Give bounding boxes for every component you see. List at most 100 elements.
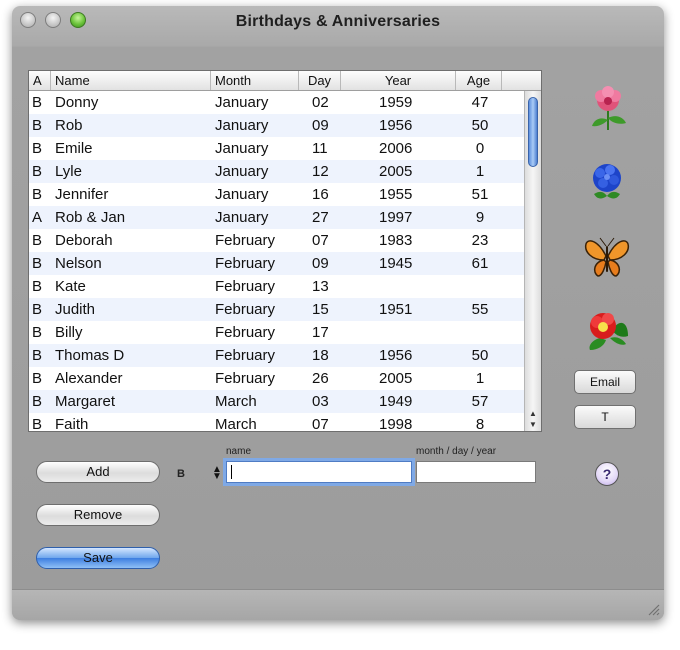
title-bar[interactable]: Birthdays & Anniversaries xyxy=(12,6,664,40)
red-camellia-icon[interactable] xyxy=(586,308,630,354)
app-window: Birthdays & Anniversaries A Name Month D… xyxy=(12,6,664,620)
pink-flower-icon[interactable] xyxy=(586,86,630,132)
scroll-thumb[interactable] xyxy=(528,97,538,167)
cell-type: B xyxy=(32,301,43,318)
cell-name: Rob xyxy=(55,117,83,134)
table-row[interactable]: B Faith March 07 1998 8 xyxy=(29,413,524,431)
column-header-month[interactable]: Month xyxy=(211,71,299,90)
cell-day: 11 xyxy=(312,140,328,157)
add-button[interactable]: Add xyxy=(36,461,160,483)
cell-day: 03 xyxy=(312,393,329,410)
table-header: A Name Month Day Year Age xyxy=(29,71,541,91)
cell-age: 51 xyxy=(471,186,489,203)
column-header-day[interactable]: Day xyxy=(299,71,341,90)
cell-age: 1 xyxy=(475,370,485,387)
cell-day: 09 xyxy=(312,255,329,272)
cell-month: March xyxy=(215,393,257,410)
cell-year: 1951 xyxy=(379,301,413,318)
cell-type: B xyxy=(32,186,43,203)
cell-year: 2005 xyxy=(379,163,413,180)
cell-name: Deborah xyxy=(55,232,113,249)
table-row[interactable]: B Deborah February 07 1983 23 xyxy=(29,229,524,252)
column-header-a[interactable]: A xyxy=(29,71,51,90)
table-row[interactable]: B Alexander February 26 2005 1 xyxy=(29,367,524,390)
cell-name: Judith xyxy=(55,301,96,318)
cell-month: February xyxy=(215,278,276,295)
cell-year: 1956 xyxy=(379,347,413,364)
cell-type: B xyxy=(32,370,43,387)
table-body: B Donny January 02 1959 47 B Rob January 09 1956 50… xyxy=(29,91,524,431)
type-popup-value[interactable]: B xyxy=(177,468,185,480)
blue-hydrangea-icon[interactable] xyxy=(586,160,628,204)
cell-year: 1997 xyxy=(379,209,413,226)
cell-year: 1983 xyxy=(379,232,413,249)
cell-month: January xyxy=(215,163,269,180)
cell-age: 47 xyxy=(471,94,489,111)
column-header-year[interactable]: Year xyxy=(341,71,456,90)
remove-button[interactable]: Remove xyxy=(36,504,160,526)
name-input[interactable] xyxy=(226,461,412,483)
text-cursor xyxy=(231,465,232,479)
cell-month: January xyxy=(215,209,269,226)
resize-grip-icon[interactable] xyxy=(646,602,660,616)
butterfly-icon[interactable] xyxy=(584,236,630,280)
cell-month: March xyxy=(215,416,257,431)
cell-type: B xyxy=(32,117,43,134)
table-row[interactable]: B Judith February 15 1951 55 xyxy=(29,298,524,321)
cell-name: Alexander xyxy=(55,370,123,387)
cell-year: 1955 xyxy=(379,186,413,203)
cell-month: February xyxy=(215,255,276,272)
type-popup-stepper[interactable]: ▲ ▼ xyxy=(212,465,222,482)
cell-type: B xyxy=(32,140,43,157)
cell-month: February xyxy=(215,324,276,341)
cell-name: Emile xyxy=(55,140,93,157)
table-row[interactable]: B Nelson February 09 1945 61 xyxy=(29,252,524,275)
scroll-up-arrow[interactable]: ▲ xyxy=(528,409,538,419)
table-row[interactable]: B Emile January 11 2006 0 xyxy=(29,137,524,160)
date-input[interactable] xyxy=(416,461,536,483)
cell-year: 1956 xyxy=(379,117,413,134)
cell-year: 1959 xyxy=(379,94,413,111)
cell-age xyxy=(459,321,501,344)
save-button[interactable]: Save xyxy=(36,547,160,569)
cell-type: B xyxy=(32,416,43,431)
table-row[interactable]: B Donny January 02 1959 47 xyxy=(29,91,524,114)
cell-type: B xyxy=(32,255,43,272)
cell-name: Lyle xyxy=(55,163,82,180)
cell-month: February xyxy=(215,301,276,318)
scroll-down-arrow[interactable]: ▼ xyxy=(528,420,538,430)
table-row[interactable]: B Rob January 09 1956 50 xyxy=(29,114,524,137)
t-button[interactable]: T xyxy=(574,405,636,429)
email-button[interactable]: Email xyxy=(574,370,636,394)
table-row[interactable]: B Kate February 13 xyxy=(29,275,524,298)
cell-age: 23 xyxy=(471,232,489,249)
table-row[interactable]: B Thomas D February 18 1956 50 xyxy=(29,344,524,367)
table-row[interactable]: B Margaret March 03 1949 57 xyxy=(29,390,524,413)
cell-day: 12 xyxy=(312,163,329,180)
cell-day: 18 xyxy=(312,347,329,364)
table-row[interactable]: A Rob & Jan January 27 1997 9 xyxy=(29,206,524,229)
cell-month: January xyxy=(215,94,269,111)
help-button[interactable]: ? xyxy=(595,462,619,486)
cell-day: 09 xyxy=(312,117,329,134)
birthday-table[interactable]: A Name Month Day Year Age B Donny January 0… xyxy=(28,70,542,432)
table-row[interactable]: B Jennifer January 16 1955 51 xyxy=(29,183,524,206)
cell-age: 0 xyxy=(475,140,485,157)
cell-month: January xyxy=(215,117,269,134)
cell-year: 1949 xyxy=(379,393,413,410)
table-row[interactable]: B Lyle January 12 2005 1 xyxy=(29,160,524,183)
column-header-age[interactable]: Age xyxy=(456,71,502,90)
cell-year: 1998 xyxy=(379,416,413,431)
cell-age: 1 xyxy=(475,163,485,180)
column-header-name[interactable]: Name xyxy=(51,71,211,90)
window-title: Birthdays & Anniversaries xyxy=(235,13,441,30)
vertical-scrollbar[interactable]: ▲ ▼ xyxy=(524,91,541,431)
cell-year: 1945 xyxy=(379,255,413,272)
cell-day: 13 xyxy=(312,278,329,295)
cell-name: Margaret xyxy=(55,393,116,410)
cell-age: 50 xyxy=(471,117,489,134)
table-row[interactable]: B Billy February 17 xyxy=(29,321,524,344)
cell-age: 55 xyxy=(471,301,489,318)
cell-day: 16 xyxy=(312,186,329,203)
cell-age: 9 xyxy=(475,209,485,226)
